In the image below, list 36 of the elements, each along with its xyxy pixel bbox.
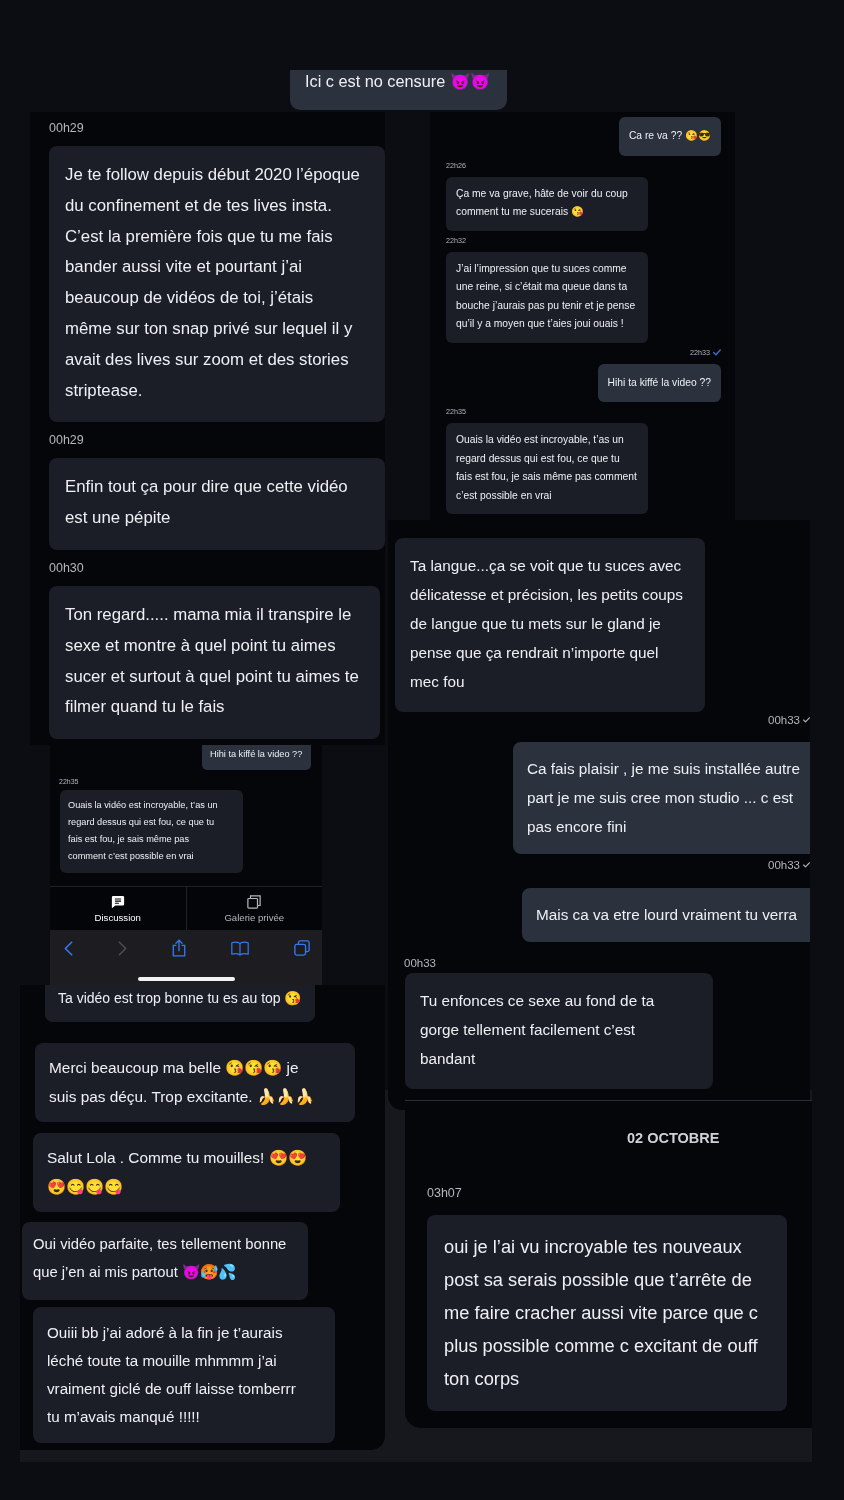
received-message: Ouais la vidéo est incroyable, t’as un regard dessus qui est fou, ce que tu fais est fou, je sais même pas comment c’est possible en vrai: [446, 423, 648, 514]
sent-message: Ca fais plaisir , je me suis installée autre part je me suis cree mon studio ... c est pas encore fini: [513, 742, 810, 854]
sent-message: Hihi ta kiffé la video ??: [202, 745, 311, 770]
received-message: Merci beaucoup ma belle 😘😘😘 je suis pas déçu. Trop excitante. 🍌🍌🍌: [35, 1043, 355, 1122]
sent-message: Ici c est no censure 😈😈: [290, 70, 507, 110]
message-time: 00h29: [49, 120, 84, 136]
message-time: 03h07: [427, 1185, 462, 1201]
received-message: Ta langue...ça se voit que tu suces avec délicatesse et précision, les petits coups de langue que tu mets sur le gland je pense que ça rendrait n’importe quel mec fou: [395, 538, 705, 712]
tabs-icon[interactable]: [294, 940, 310, 956]
received-message: Tu enfonces ce sexe au fond de ta gorge tellement facilement c’est bandant: [405, 973, 713, 1089]
received-message: Ouais la vidéo est incroyable, t’as un regard dessus qui est fou, ce que tu fais est fou, je sais même pas comment c’est possible en vrai: [60, 790, 243, 873]
speech-bubble-icon: [110, 894, 125, 909]
received-message: Ton regard..... mama mia il transpire le sexe et montre à quel point tu aimes sucer et surtout à quel point tu aimes te filmer quand tu le fais: [49, 585, 380, 740]
received-message: Ça me va grave, hâte de voir du coup comment tu me sucerais 😘: [446, 176, 648, 231]
sent-message: Ca re va ?? 😘😎: [618, 117, 721, 156]
received-message: Salut Lola . Comme tu mouilles! 😍😍😍😋😋😋: [33, 1133, 340, 1212]
received-message: Ta vidéo est trop bonne tu es au top 😘: [45, 985, 315, 1022]
received-message: Enfin tout ça pour dire que cette vidéo est une pépite: [49, 458, 385, 550]
tab[interactable]: Discussion: [50, 887, 186, 930]
message-time: 00h33: [768, 713, 800, 727]
received-message: Ouiii bb j’ai adoré à la fin je t’aurais léché toute ta mouille mhmmm j’ai vraiment giclé de ouff laisse tomberrr tu m’avais manqué !!!!!: [33, 1307, 335, 1443]
received-message: J’ai l’impression que tu suces comme une reine, si c’était ma queue dans ta bouche j’aurais pas pu tenir et je pense qu’il y a moyen que t’aies joui ouais !: [446, 251, 648, 343]
sent-message: Mais ca va etre lourd vraiment tu verra: [522, 888, 810, 942]
share-icon[interactable]: [172, 939, 186, 957]
date-separator: 02 OCTOBRE: [627, 1129, 720, 1147]
received-message: Je te follow depuis début 2020 l’époque du confinement et de tes lives insta. C’est la première fois que tu me fais bander aussi vite et pourtant j’ai beaucoup de vidéos de toi, j’étais même sur ton snap privé sur lequel il y avait des lives sur zoom et des stories striptease.: [49, 146, 385, 423]
sent-message: Hihi ta kiffé la video ??: [597, 363, 721, 402]
back-icon[interactable]: [64, 940, 73, 956]
received-message: Oui vidéo parfaite, tes tellement bonne que j’en ai mis partout 😈🥵💦: [22, 1222, 308, 1300]
received-message: oui je l’ai vu incroyable tes nouveaux post sa serais possible que t’arrête de me faire cracher aussi vite parce que c plus possible comme c excitant de ouff ton corps: [427, 1215, 787, 1411]
message-time: 00h33: [404, 956, 436, 970]
message-time: 00h30: [49, 559, 84, 576]
message-time: 00h33: [768, 858, 800, 872]
message-time: 00h29: [49, 432, 84, 449]
stacked-squares-icon: [247, 894, 262, 909]
open-book-icon[interactable]: [231, 940, 249, 956]
